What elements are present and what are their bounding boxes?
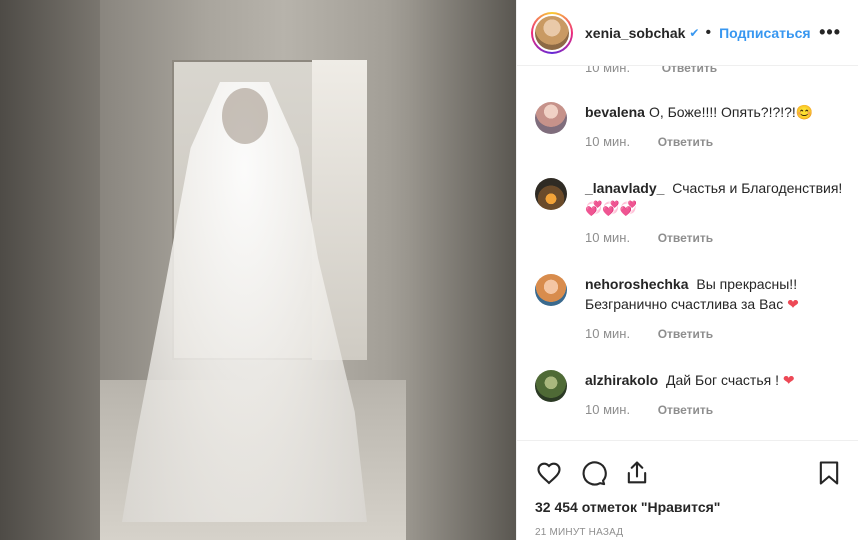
reply-button[interactable]: Ответить bbox=[658, 403, 713, 417]
share-icon[interactable] bbox=[623, 459, 651, 487]
comment-time: 10 мин. bbox=[585, 134, 631, 149]
author-username[interactable]: xenia_sobchak bbox=[585, 25, 685, 41]
author-avatar[interactable] bbox=[531, 11, 573, 54]
photo-wall-right bbox=[406, 0, 516, 540]
comment-meta: 10 мин. Ответить bbox=[585, 134, 845, 149]
post-header: xenia_sobchak ✔ • Подписаться ••• bbox=[517, 0, 858, 66]
bookmark-icon[interactable] bbox=[815, 459, 843, 487]
avatar[interactable] bbox=[535, 178, 567, 210]
comment-meta: 10 мин. Ответить bbox=[585, 326, 845, 341]
post-photo bbox=[0, 0, 516, 540]
separator-dot: • bbox=[705, 23, 712, 41]
comment-text: Счастья и Благоденствия! bbox=[672, 180, 843, 196]
comment-meta: 10 мин. Ответить bbox=[585, 230, 845, 245]
comment-username[interactable]: nehoroshechka bbox=[585, 276, 688, 292]
likes-count[interactable]: 32 454 отметок "Нравится" bbox=[535, 499, 720, 515]
verified-badge-icon: ✔ bbox=[689, 25, 700, 40]
comment-username[interactable]: _lanavlady_ bbox=[585, 180, 664, 196]
reply-button[interactable]: Ответить bbox=[658, 135, 713, 149]
comments-list[interactable]: 10 мин. Ответить bevalena О, Боже!!!! Опя… bbox=[517, 66, 858, 440]
avatar[interactable] bbox=[535, 102, 567, 134]
comment-icon[interactable] bbox=[579, 459, 607, 487]
list-item: alzhirakolo Дай Бог счастья ! ❤ 10 мин. … bbox=[535, 370, 845, 417]
reply-button[interactable]: Ответить bbox=[658, 327, 713, 341]
hearts-emoji-icon: 💞💞💞 bbox=[585, 200, 638, 216]
heart-icon[interactable] bbox=[535, 459, 563, 487]
photo-bride-head bbox=[222, 88, 268, 144]
post-side-panel: xenia_sobchak ✔ • Подписаться ••• 10 мин… bbox=[516, 0, 858, 540]
comment-meta: 10 мин. Ответить bbox=[585, 402, 845, 417]
post-timestamp[interactable]: 21 МИНУТ НАЗАД bbox=[535, 527, 623, 538]
comment-body: _lanavlady_ Счастья и Благоденствия! 💞💞💞 bbox=[585, 178, 845, 218]
partial-comment-meta: 10 мин. Ответить bbox=[585, 66, 717, 75]
comment-time: 10 мин. bbox=[585, 402, 631, 417]
list-item: bevalena О, Боже!!!! Опять?!?!?!😊 10 мин.… bbox=[535, 102, 845, 149]
list-item: _lanavlady_ Счастья и Благоденствия! 💞💞💞… bbox=[535, 178, 845, 245]
avatar[interactable] bbox=[535, 274, 567, 306]
red-heart-emoji-icon: ❤ bbox=[782, 372, 795, 388]
comment-username[interactable]: alzhirakolo bbox=[585, 372, 658, 388]
follow-button[interactable]: Подписаться bbox=[719, 25, 811, 41]
comment-text: Дай Бог счастья ! bbox=[666, 372, 779, 388]
list-item: nehoroshechka Вы прекрасны!! Безгранично… bbox=[535, 274, 845, 341]
avatar[interactable] bbox=[535, 370, 567, 402]
more-options-icon[interactable]: ••• bbox=[819, 22, 841, 43]
red-heart-emoji-icon: ❤ bbox=[787, 296, 799, 312]
comment-time: 10 мин. bbox=[585, 230, 631, 245]
comment-time: 10 мин. bbox=[585, 326, 631, 341]
comment-body: alzhirakolo Дай Бог счастья ! ❤ bbox=[585, 370, 845, 390]
reply-button[interactable]: Ответить bbox=[658, 231, 713, 245]
reply-button[interactable]: Ответить bbox=[662, 66, 717, 75]
comment-body: bevalena О, Боже!!!! Опять?!?!?!😊 bbox=[585, 102, 845, 122]
comment-text: О, Боже!!!! Опять?!?!?! bbox=[648, 104, 796, 120]
comment-username[interactable]: bevalena bbox=[585, 104, 645, 120]
comment-body: nehoroshechka Вы прекрасны!! Безгранично… bbox=[585, 274, 845, 314]
comment-time: 10 мин. bbox=[585, 66, 631, 75]
photo-wall-left bbox=[0, 0, 100, 540]
smile-emoji-icon: 😊 bbox=[795, 104, 814, 120]
post-actions: 32 454 отметок "Нравится" 21 МИНУТ НАЗАД bbox=[517, 440, 858, 540]
